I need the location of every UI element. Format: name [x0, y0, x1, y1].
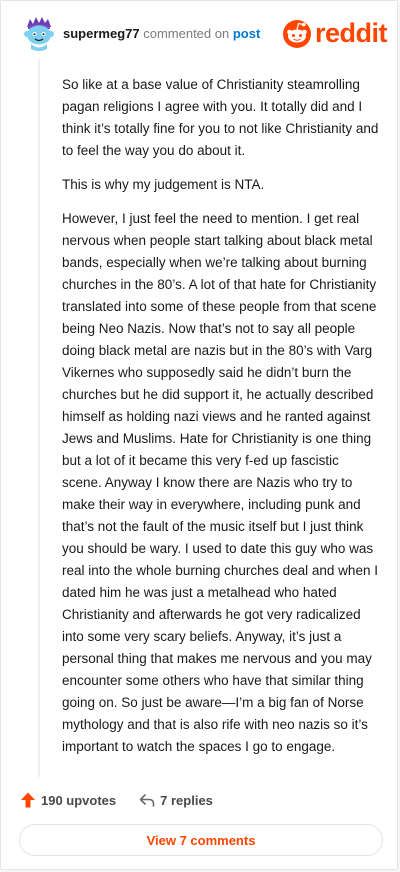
comment-card: supermeg77 commented on post reddit So l…: [0, 0, 398, 870]
reddit-logo[interactable]: reddit: [282, 15, 388, 51]
comment-header: supermeg77 commented on post reddit: [19, 13, 388, 57]
comment-actions: 190 upvotes 7 replies: [19, 789, 235, 811]
upvote-button[interactable]: 190 upvotes: [19, 791, 116, 809]
reply-arrow-icon: [139, 794, 155, 807]
snoo-avatar-icon: [20, 14, 58, 52]
commented-on-text: commented on: [143, 26, 230, 41]
upvote-arrow-icon: [21, 792, 35, 808]
user-avatar[interactable]: [19, 13, 59, 53]
view-comments-button[interactable]: View 7 comments: [19, 824, 383, 856]
reply-count: 7 replies: [160, 792, 213, 808]
comment-body: So like at a base value of Christianity …: [62, 74, 380, 770]
thread-line[interactable]: [38, 59, 40, 777]
post-link[interactable]: post: [233, 26, 260, 41]
comment-byline: supermeg77 commented on post: [63, 26, 260, 42]
comment-paragraph-3: However, I just feel the need to mention…: [62, 211, 378, 754]
replies-button[interactable]: 7 replies: [138, 791, 213, 809]
username[interactable]: supermeg77: [63, 26, 140, 41]
reddit-logo-icon: [282, 20, 311, 48]
comment-paragraph-1: So like at a base value of Christianity …: [62, 77, 379, 158]
upvote-count: 190 upvotes: [41, 792, 117, 808]
comment-paragraph-2: This is why my judgement is NTA.: [62, 177, 265, 192]
reddit-wordmark: reddit: [314, 18, 388, 48]
